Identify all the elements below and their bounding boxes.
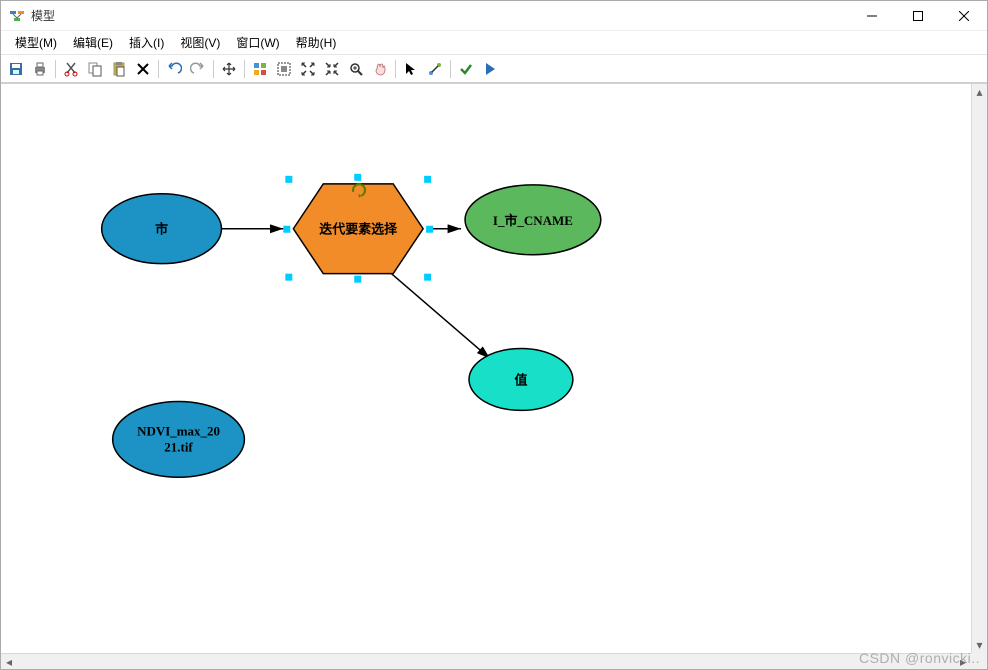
select-tool-button[interactable] xyxy=(400,58,422,80)
close-button[interactable] xyxy=(941,1,987,31)
zoom-out-button[interactable] xyxy=(321,58,343,80)
zoom-icon xyxy=(348,61,364,77)
delete-icon xyxy=(135,61,151,77)
move-icon xyxy=(221,61,237,77)
node-output-value[interactable]: 值 xyxy=(469,349,573,411)
redo-icon xyxy=(190,61,206,77)
run-button[interactable] xyxy=(479,58,501,80)
app-icon xyxy=(9,8,25,24)
node-input-city-label: 市 xyxy=(155,222,168,237)
separator xyxy=(158,60,159,78)
scroll-down-arrow[interactable]: ▾ xyxy=(972,637,987,653)
minimize-button[interactable] xyxy=(849,1,895,31)
cut-icon xyxy=(63,61,79,77)
maximize-icon xyxy=(913,11,923,21)
window-buttons xyxy=(849,1,987,31)
horizontal-scrollbar[interactable]: ◂ ▸ xyxy=(1,653,971,669)
node-input-city[interactable]: 市 xyxy=(102,194,222,264)
copy-icon xyxy=(87,61,103,77)
zoom-out-icon xyxy=(324,61,340,77)
fit-button[interactable] xyxy=(273,58,295,80)
validate-icon xyxy=(458,61,474,77)
node-output-value-label: 值 xyxy=(514,372,527,387)
vertical-scrollbar[interactable]: ▴ ▾ xyxy=(971,84,987,653)
delete-button[interactable] xyxy=(132,58,154,80)
cut-button[interactable] xyxy=(60,58,82,80)
run-icon xyxy=(482,61,498,77)
model-canvas[interactable]: 市 迭代要素选择 xyxy=(1,84,971,653)
node-output-cname[interactable]: I_市_CNAME xyxy=(465,185,601,255)
scroll-right-arrow[interactable]: ▸ xyxy=(955,654,971,669)
scrollbar-corner xyxy=(971,653,987,669)
node-ndvi-label-2: 21.tif xyxy=(164,439,193,454)
menubar: 模型(M) 编辑(E) 插入(I) 视图(V) 窗口(W) 帮助(H) xyxy=(1,31,987,55)
paste-button[interactable] xyxy=(108,58,130,80)
menu-edit[interactable]: 编辑(E) xyxy=(65,32,121,53)
node-iterator[interactable]: 迭代要素选择 xyxy=(293,184,423,274)
maximize-button[interactable] xyxy=(895,1,941,31)
validate-button[interactable] xyxy=(455,58,477,80)
scroll-left-arrow[interactable]: ◂ xyxy=(1,654,17,669)
node-output-cname-label: I_市_CNAME xyxy=(493,213,573,228)
minimize-icon xyxy=(867,11,877,21)
menu-insert[interactable]: 插入(I) xyxy=(121,32,172,53)
titlebar: 模型 xyxy=(1,1,987,31)
print-button[interactable] xyxy=(29,58,51,80)
scroll-up-arrow[interactable]: ▴ xyxy=(972,84,987,100)
add-button[interactable] xyxy=(218,58,240,80)
client-area: 市 迭代要素选择 xyxy=(1,83,987,669)
zoom-in-icon xyxy=(300,61,316,77)
toolbar xyxy=(1,55,987,83)
undo-icon xyxy=(166,61,182,77)
save-icon xyxy=(8,61,24,77)
auto-layout-button[interactable] xyxy=(249,58,271,80)
separator xyxy=(244,60,245,78)
close-icon xyxy=(959,11,969,21)
undo-button[interactable] xyxy=(163,58,185,80)
separator xyxy=(55,60,56,78)
window-root: 模型 模型(M) 编辑(E) 插入(I) 视图(V) 窗口(W) 帮助(H) xyxy=(0,0,988,670)
separator xyxy=(395,60,396,78)
node-ndvi-label-1: NDVI_max_20 xyxy=(137,423,220,438)
menu-window[interactable]: 窗口(W) xyxy=(228,32,287,53)
paste-icon xyxy=(111,61,127,77)
node-iterator-label: 迭代要素选择 xyxy=(319,222,398,237)
pan-icon xyxy=(372,61,388,77)
pan-tool-button[interactable] xyxy=(369,58,391,80)
select-tool-icon xyxy=(403,61,419,77)
auto-layout-icon xyxy=(252,61,268,77)
save-button[interactable] xyxy=(5,58,27,80)
node-ndvi[interactable]: NDVI_max_20 21.tif xyxy=(113,401,245,477)
window-title: 模型 xyxy=(31,7,849,24)
redo-button[interactable] xyxy=(187,58,209,80)
connect-tool-icon xyxy=(427,61,443,77)
zoom-in-button[interactable] xyxy=(297,58,319,80)
diagram-svg: 市 迭代要素选择 xyxy=(1,84,971,653)
connector-iterator-to-value[interactable] xyxy=(389,272,490,359)
connect-tool-button[interactable] xyxy=(424,58,446,80)
copy-button[interactable] xyxy=(84,58,106,80)
print-icon xyxy=(32,61,48,77)
separator xyxy=(213,60,214,78)
separator xyxy=(450,60,451,78)
menu-view[interactable]: 视图(V) xyxy=(172,32,228,53)
fit-icon xyxy=(276,61,292,77)
menu-model[interactable]: 模型(M) xyxy=(7,32,65,53)
zoom-tool-button[interactable] xyxy=(345,58,367,80)
menu-help[interactable]: 帮助(H) xyxy=(288,32,345,53)
